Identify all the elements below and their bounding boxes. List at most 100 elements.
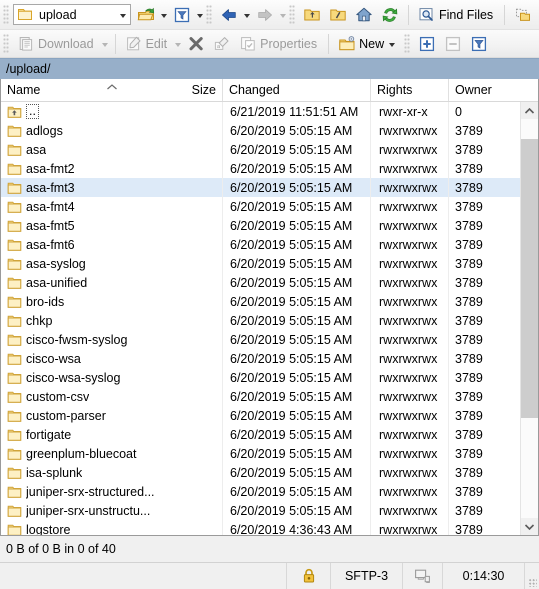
forward-button[interactable] [252, 2, 278, 27]
new-button[interactable]: New [334, 31, 403, 56]
table-row[interactable]: asa 6/20/2019 5:05:15 AM rwxrwxrwx 3789 [1, 140, 520, 159]
home-directory-button[interactable] [351, 2, 377, 27]
cell-name[interactable]: juniper-srx-structured... [1, 482, 223, 501]
select-filter-button[interactable] [466, 31, 492, 56]
edit-dropdown-chevron-down-icon[interactable] [175, 42, 182, 47]
cell-name[interactable]: logstore [1, 520, 223, 535]
cell-name[interactable]: asa [1, 140, 223, 159]
forward-dropdown-chevron-down-icon[interactable] [280, 13, 286, 18]
cell-name[interactable]: cisco-fwsm-syslog [1, 330, 223, 349]
table-row[interactable]: custom-parser 6/20/2019 5:05:15 AM rwxrwxr… [1, 406, 520, 425]
open-directory-dropdown-chevron-down-icon[interactable] [161, 13, 167, 18]
cell-name[interactable]: asa-fmt2 [1, 159, 223, 178]
folder-icon [7, 295, 22, 309]
properties-button[interactable]: Properties [235, 31, 323, 56]
cell-rights: rwxrwxrwx [371, 235, 449, 254]
delete-button[interactable] [183, 31, 209, 56]
cell-name[interactable]: asa-syslog [1, 254, 223, 273]
find-files-button[interactable]: Find Files [414, 2, 499, 27]
table-row[interactable]: asa-fmt3 6/20/2019 5:05:15 AM rwxrwxrwx 378… [1, 178, 520, 197]
new-dropdown-chevron-down-icon[interactable] [389, 42, 396, 47]
edit-button[interactable]: Edit [121, 31, 174, 56]
column-header-rights[interactable]: Rights [371, 79, 449, 101]
toolbar-grip-icon[interactable] [3, 5, 10, 24]
toolbar2-grip-icon[interactable] [3, 34, 10, 53]
table-row[interactable]: bro-ids 6/20/2019 5:05:15 AM rwxrwxrwx 3789 [1, 292, 520, 311]
cell-name[interactable]: chkp [1, 311, 223, 330]
file-rows-container[interactable]: .. 6/21/2019 11:51:51 AM rwxr-xr-x 0 adlogs 6… [1, 102, 520, 535]
table-row[interactable]: juniper-srx-structured... 6/20/2019 5:05:… [1, 482, 520, 501]
scroll-up-button[interactable] [521, 102, 538, 119]
scrollbar-thumb[interactable] [521, 138, 538, 419]
filter-dropdown-chevron-down-icon[interactable] [197, 13, 203, 18]
cell-changed: 6/20/2019 5:05:15 AM [223, 140, 371, 159]
cell-name[interactable]: greenplum-bluecoat [1, 444, 223, 463]
cell-name[interactable]: custom-parser [1, 406, 223, 425]
table-row[interactable]: cisco-wsa-syslog 6/20/2019 5:05:15 AM rwxr… [1, 368, 520, 387]
table-row[interactable]: fortigate 6/20/2019 5:05:15 AM rwxrwxrwx 37… [1, 425, 520, 444]
toolbar-grip-icon-3[interactable] [289, 5, 296, 24]
cell-name[interactable]: cisco-wsa [1, 349, 223, 368]
filter-button[interactable] [169, 2, 195, 27]
cell-name[interactable]: asa-fmt5 [1, 216, 223, 235]
table-row[interactable]: chkp 6/20/2019 5:05:15 AM rwxrwxrwx 3789 [1, 311, 520, 330]
cell-changed: 6/20/2019 5:05:15 AM [223, 406, 371, 425]
scrollbar-track[interactable] [521, 119, 538, 518]
table-row[interactable]: logstore 6/20/2019 4:36:43 AM rwxrwxrwx 378… [1, 520, 520, 535]
table-row[interactable]: asa-fmt6 6/20/2019 5:05:15 AM rwxrwxrwx 378… [1, 235, 520, 254]
synchronize-browsing-button[interactable] [510, 2, 536, 27]
remote-path-combo[interactable]: upload [13, 4, 131, 25]
cell-name[interactable]: juniper-srx-unstructu... [1, 501, 223, 520]
table-row[interactable]: juniper-srx-unstructu... 6/20/2019 5:05:1… [1, 501, 520, 520]
download-button[interactable]: Download [13, 31, 100, 56]
column-header-size[interactable]: Size [151, 79, 223, 101]
cell-name[interactable]: asa-fmt6 [1, 235, 223, 254]
table-row[interactable]: asa-fmt4 6/20/2019 5:05:15 AM rwxrwxrwx 378… [1, 197, 520, 216]
cell-name[interactable]: cisco-wsa-syslog [1, 368, 223, 387]
cell-name[interactable]: fortigate [1, 425, 223, 444]
select-remove-button[interactable] [440, 31, 466, 56]
back-button[interactable] [216, 2, 242, 27]
cell-name[interactable]: isa-splunk [1, 463, 223, 482]
table-row[interactable]: isa-splunk 6/20/2019 5:05:15 AM rwxrwxrwx 3… [1, 463, 520, 482]
cell-name[interactable]: adlogs [1, 121, 223, 140]
select-add-button[interactable] [414, 31, 440, 56]
table-row[interactable]: asa-fmt5 6/20/2019 5:05:15 AM rwxrwxrwx 378… [1, 216, 520, 235]
column-header-changed[interactable]: Changed [223, 79, 371, 101]
cell-changed: 6/20/2019 5:05:15 AM [223, 273, 371, 292]
protocol-status-cell[interactable]: SFTP-3 [331, 563, 403, 589]
table-row[interactable]: custom-csv 6/20/2019 5:05:15 AM rwxrwxrwx 3… [1, 387, 520, 406]
file-list-header: Name Size Changed Rights Owner [1, 79, 538, 102]
table-row[interactable]: asa-fmt2 6/20/2019 5:05:15 AM rwxrwxrwx 378… [1, 159, 520, 178]
toolbar-grip-icon-2[interactable] [206, 5, 213, 24]
session-status-cell[interactable] [403, 563, 443, 589]
parent-directory-button[interactable] [299, 2, 325, 27]
cell-name[interactable]: .. [1, 102, 223, 121]
file-list-vertical-scrollbar[interactable] [520, 102, 538, 535]
scroll-down-button[interactable] [521, 518, 538, 535]
resize-grip-icon[interactable] [525, 563, 539, 589]
table-row[interactable]: adlogs 6/20/2019 5:05:15 AM rwxrwxrwx 3789 [1, 121, 520, 140]
cell-name[interactable]: asa-fmt4 [1, 197, 223, 216]
root-directory-button[interactable] [325, 2, 351, 27]
table-row[interactable]: cisco-fwsm-syslog 6/20/2019 5:05:15 AM rwx… [1, 330, 520, 349]
open-directory-button[interactable] [133, 2, 159, 27]
cell-name[interactable]: custom-csv [1, 387, 223, 406]
table-row[interactable]: asa-unified 6/20/2019 5:05:15 AM rwxrwxrwx… [1, 273, 520, 292]
table-row[interactable]: .. 6/21/2019 11:51:51 AM rwxr-xr-x 0 [1, 102, 520, 121]
refresh-button[interactable] [377, 2, 403, 27]
current-path-bar[interactable]: /upload/ [0, 58, 539, 79]
table-row[interactable]: asa-syslog 6/20/2019 5:05:15 AM rwxrwxrwx 3… [1, 254, 520, 273]
chevron-down-icon[interactable] [120, 13, 126, 18]
cell-name[interactable]: bro-ids [1, 292, 223, 311]
back-dropdown-chevron-down-icon[interactable] [244, 13, 250, 18]
security-status-cell[interactable] [287, 563, 331, 589]
cell-name[interactable]: asa-unified [1, 273, 223, 292]
table-row[interactable]: greenplum-bluecoat 6/20/2019 5:05:15 AM rw… [1, 444, 520, 463]
rename-button[interactable]: a [209, 31, 235, 56]
download-dropdown-chevron-down-icon[interactable] [101, 42, 108, 47]
table-row[interactable]: cisco-wsa 6/20/2019 5:05:15 AM rwxrwxrwx 37… [1, 349, 520, 368]
toolbar2-grip-icon-2[interactable] [404, 34, 412, 53]
column-header-owner[interactable]: Owner [449, 79, 522, 101]
cell-name[interactable]: asa-fmt3 [1, 178, 223, 197]
